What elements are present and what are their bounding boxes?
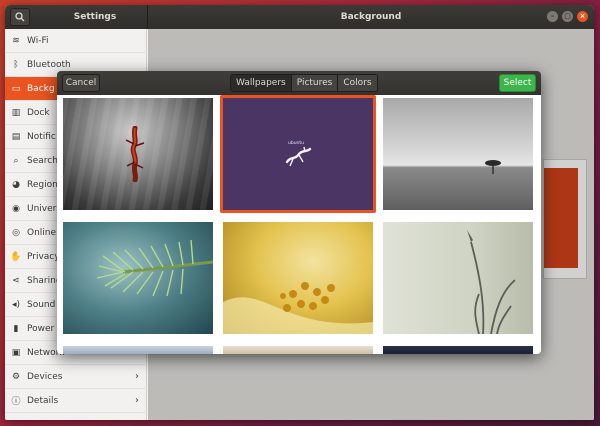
bluetooth-icon: ᛒ	[13, 59, 19, 70]
gecko-figure	[125, 126, 145, 182]
sidebar-item-label: Details	[27, 395, 59, 406]
maximize-button[interactable]: □	[562, 11, 573, 22]
sidebar-item-label: Bluetooth	[27, 59, 71, 70]
sharing-icon: ⋖	[12, 275, 20, 286]
wallpaper-grid: ubuntu	[57, 95, 541, 354]
select-button[interactable]: Select	[499, 74, 536, 92]
wallpaper-gecko-grey[interactable]	[63, 98, 213, 210]
dialog-header: Cancel Wallpapers Pictures Colors Select	[57, 71, 541, 95]
tab-colors[interactable]: Colors	[338, 75, 377, 91]
settings-title: Settings	[73, 12, 117, 22]
search-icon	[15, 12, 25, 22]
wallpaper-lone-tree[interactable]	[383, 98, 533, 210]
search-button[interactable]	[10, 8, 30, 26]
notification-icon: ▤	[11, 131, 21, 142]
sidebar-item-wifi[interactable]: ≋ Wi-Fi	[5, 29, 147, 53]
chevron-right-icon: ›	[135, 395, 139, 406]
close-button[interactable]: ×	[577, 11, 588, 22]
flower-stamens	[223, 282, 373, 334]
page-title: Background	[340, 12, 402, 22]
privacy-icon: ✋	[10, 251, 22, 262]
title-bar: Settings Background – □ ×	[5, 5, 594, 29]
wallpaper-warm-light[interactable]	[223, 346, 373, 354]
wallpaper-sky[interactable]	[63, 346, 213, 354]
wallpaper-grass-stalks[interactable]	[383, 222, 533, 334]
dock-icon: ▥	[11, 107, 21, 118]
background-icon: ▭	[11, 83, 21, 94]
wallpaper-yellow-flower[interactable]	[223, 222, 373, 334]
minimize-button[interactable]: –	[547, 11, 558, 22]
wifi-icon: ≋	[12, 35, 20, 46]
tree-silhouette	[485, 160, 501, 174]
pine-branch	[96, 239, 213, 297]
search-icon: ⌕	[13, 155, 19, 166]
tab-pictures[interactable]: Pictures	[291, 75, 339, 91]
sidebar-item-label: Wi-Fi	[27, 35, 49, 46]
cancel-button[interactable]: Cancel	[62, 74, 100, 92]
universal-access-icon: ◉	[12, 203, 20, 214]
sidebar-item-label: Devices	[27, 371, 63, 382]
sound-icon: ◂)	[11, 299, 21, 310]
chevron-right-icon: ›	[135, 371, 139, 382]
window-controls: – □ ×	[547, 11, 588, 22]
region-icon: ◕	[12, 179, 20, 190]
source-tabs: Wallpapers Pictures Colors	[230, 74, 378, 92]
grass-silhouette	[467, 230, 516, 334]
tab-wallpapers[interactable]: Wallpapers	[231, 75, 292, 91]
wallpaper-chooser-dialog: Cancel Wallpapers Pictures Colors Select…	[57, 71, 541, 354]
online-accounts-icon: ◎	[12, 227, 20, 238]
details-icon: ⓘ	[11, 397, 21, 407]
power-icon: ▮	[13, 323, 19, 334]
sidebar-item-devices[interactable]: ⚙ Devices ›	[5, 365, 147, 389]
devices-icon: ⚙	[11, 371, 21, 382]
selection-highlight	[220, 95, 376, 213]
wallpaper-pine-branch[interactable]	[63, 222, 213, 334]
sidebar-item-details[interactable]: ⓘ Details ›	[5, 389, 147, 413]
network-icon: ▣	[11, 347, 21, 358]
wallpaper-dark-blue[interactable]	[383, 346, 533, 354]
